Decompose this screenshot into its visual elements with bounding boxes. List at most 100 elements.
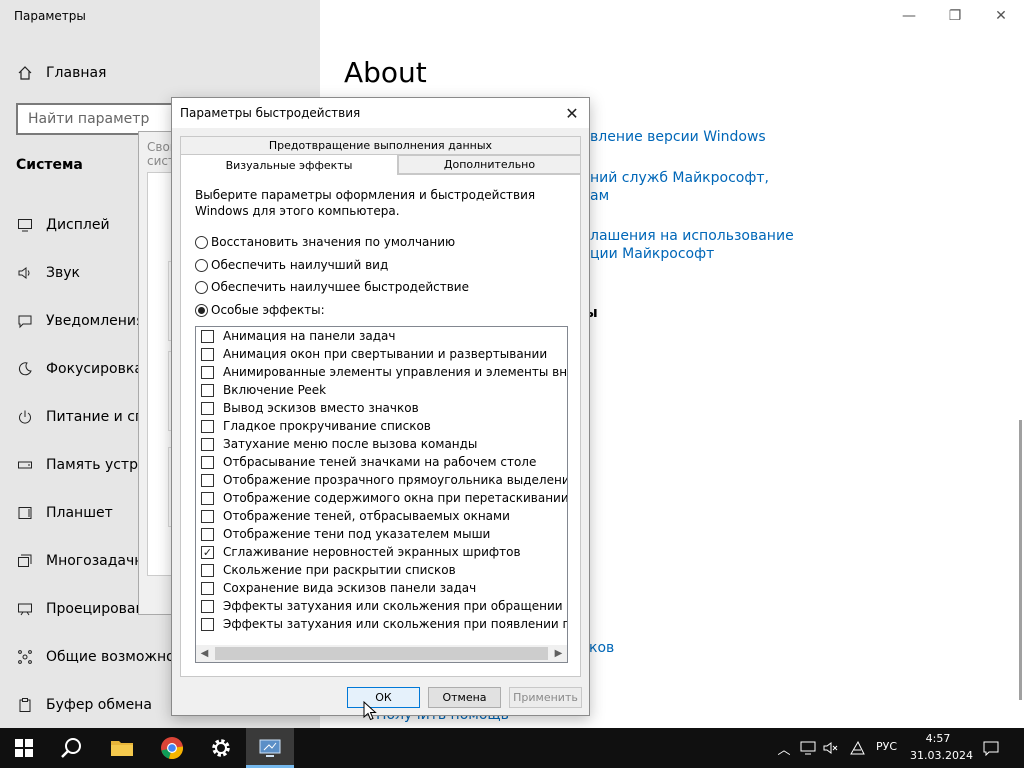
close-window-button[interactable]: ✕: [978, 0, 1024, 32]
clock-time[interactable]: 4:57: [910, 732, 966, 745]
volume-muted-icon[interactable]: [822, 738, 840, 758]
effect-label: Затухание меню после вызова команды: [223, 437, 478, 451]
nav-home[interactable]: Главная: [16, 62, 106, 84]
effect-label: Эффекты затухания или скольжения при поя…: [223, 617, 567, 631]
radio-button[interactable]: [195, 258, 208, 272]
settings-taskbar-button[interactable]: [197, 728, 245, 768]
list-item[interactable]: Эффекты затухания или скольжения при поя…: [196, 615, 567, 633]
checkbox[interactable]: [201, 509, 214, 523]
list-item[interactable]: Вывод эскизов вместо значков: [196, 399, 567, 417]
list-item[interactable]: Анимированные элементы управления и элем…: [196, 363, 567, 381]
system-properties-taskbar-button[interactable]: [246, 728, 294, 768]
tab-advanced[interactable]: Дополнительно: [398, 155, 581, 174]
radio-button[interactable]: [195, 280, 208, 294]
taskbar: ︿ РУС 4:57 31.03.2024: [0, 728, 1024, 768]
cancel-button[interactable]: Отмена: [428, 687, 501, 708]
tab-dep[interactable]: Предотвращение выполнения данных: [180, 136, 581, 155]
checkbox[interactable]: [201, 347, 214, 361]
start-button[interactable]: [0, 728, 48, 768]
checkbox-checked[interactable]: ✓: [201, 545, 214, 559]
list-item[interactable]: Отбрасывание теней значками на рабочем с…: [196, 453, 567, 471]
link-microsoft-services[interactable]: ний служб Майкрософт,: [590, 170, 769, 186]
link-bottom[interactable]: ков: [589, 640, 614, 656]
list-item[interactable]: Отображение тени под указателем мыши: [196, 525, 567, 543]
nav-item-label: Буфер обмена: [46, 697, 152, 713]
checkbox[interactable]: [201, 401, 214, 415]
scrollbar-thumb[interactable]: [215, 647, 548, 660]
list-item[interactable]: Анимация окон при свертывании и разверты…: [196, 345, 567, 363]
effects-list[interactable]: Анимация на панели задач Анимация окон п…: [195, 326, 568, 663]
minimize-button[interactable]: —: [886, 0, 932, 32]
checkbox[interactable]: [201, 599, 214, 613]
list-item[interactable]: Скольжение при раскрытии списков: [196, 561, 567, 579]
list-item[interactable]: Включение Peek: [196, 381, 567, 399]
checkbox[interactable]: [201, 581, 214, 595]
tab-visual-effects[interactable]: Визуальные эффекты: [180, 154, 398, 175]
radio-label: Обеспечить наилучшее быстродействие: [211, 280, 469, 294]
clock-date[interactable]: 31.03.2024: [910, 749, 973, 762]
list-item[interactable]: Эффекты затухания или скольжения при обр…: [196, 597, 567, 615]
network-icon[interactable]: [799, 738, 817, 758]
link-windows-update[interactable]: вление версии Windows: [590, 129, 766, 145]
link-microsoft-services-cont[interactable]: ам: [590, 188, 609, 204]
moon-icon: [16, 360, 34, 378]
list-item[interactable]: Отображение прозрачного прямоугольника в…: [196, 471, 567, 489]
apply-button[interactable]: Применить: [509, 687, 582, 708]
radio-custom[interactable]: Особые эффекты:: [195, 302, 325, 318]
chrome-button[interactable]: [148, 728, 196, 768]
effect-label: Отображение теней, отбрасываемых окнами: [223, 509, 510, 523]
projector-icon: [16, 600, 34, 618]
checkbox[interactable]: [201, 419, 214, 433]
notification-flag-icon[interactable]: [848, 738, 866, 758]
checkbox[interactable]: [201, 383, 214, 397]
checkbox[interactable]: [201, 563, 214, 577]
effect-label: Анимированные элементы управления и элем…: [223, 365, 567, 379]
checkbox[interactable]: [201, 473, 214, 487]
dialog-titlebar[interactable]: Параметры быстродействия ✕: [172, 98, 589, 128]
file-explorer-button[interactable]: [98, 728, 146, 768]
checkbox[interactable]: [201, 329, 214, 343]
checkbox[interactable]: [201, 617, 214, 631]
radio-label: Особые эффекты:: [211, 303, 325, 317]
checkbox[interactable]: [201, 437, 214, 451]
list-item[interactable]: Отображение содержимого окна при перетас…: [196, 489, 567, 507]
maximize-button[interactable]: ❐: [932, 0, 978, 32]
radio-best-appearance[interactable]: Обеспечить наилучший вид: [195, 257, 388, 273]
effect-label: Эффекты затухания или скольжения при обр…: [223, 599, 567, 613]
section-title: Система: [16, 157, 83, 173]
scroll-right-icon[interactable]: ▶: [550, 645, 567, 662]
ok-button[interactable]: ОК: [347, 687, 420, 708]
effect-label: Отбрасывание теней значками на рабочем с…: [223, 455, 537, 469]
effect-label: Анимация на панели задач: [223, 329, 396, 343]
list-item[interactable]: Гладкое прокручивание списков: [196, 417, 567, 435]
visual-effects-panel: Выберите параметры оформления и быстроде…: [180, 174, 581, 677]
input-language[interactable]: РУС: [876, 740, 897, 753]
chevron-up-icon[interactable]: ︿: [775, 738, 793, 758]
link-license-terms[interactable]: лашения на использование: [590, 228, 794, 244]
radio-best-performance[interactable]: Обеспечить наилучшее быстродействие: [195, 279, 469, 295]
search-icon: [61, 738, 81, 758]
checkbox[interactable]: [201, 491, 214, 505]
list-item[interactable]: Сохранение вида эскизов панели задач: [196, 579, 567, 597]
horizontal-scrollbar[interactable]: ◀ ▶: [196, 645, 567, 662]
radio-restore-defaults[interactable]: Восстановить значения по умолчанию: [195, 234, 455, 250]
list-item[interactable]: Отображение теней, отбрасываемых окнами: [196, 507, 567, 525]
checkbox[interactable]: [201, 527, 214, 541]
search-taskbar-button[interactable]: [48, 728, 96, 768]
radio-button-selected[interactable]: [195, 303, 208, 317]
link-license-terms-cont[interactable]: ции Майкрософт: [590, 246, 714, 262]
settings-scrollbar[interactable]: [1019, 420, 1022, 700]
effect-label: Сохранение вида эскизов панели задач: [223, 581, 477, 595]
dialog-close-button[interactable]: ✕: [561, 102, 583, 124]
checkbox[interactable]: [201, 455, 214, 469]
list-item[interactable]: Затухание меню после вызова команды: [196, 435, 567, 453]
list-item[interactable]: ✓ Сглаживание неровностей экранных шрифто…: [196, 543, 567, 561]
scroll-left-icon[interactable]: ◀: [196, 645, 213, 662]
gear-icon: [212, 739, 230, 757]
action-center-icon[interactable]: [982, 738, 1000, 758]
dialog-title: Параметры быстродействия: [180, 106, 361, 120]
list-item[interactable]: Анимация на панели задач: [196, 327, 567, 345]
page-title: About: [344, 56, 427, 89]
radio-button[interactable]: [195, 235, 208, 249]
checkbox[interactable]: [201, 365, 214, 379]
